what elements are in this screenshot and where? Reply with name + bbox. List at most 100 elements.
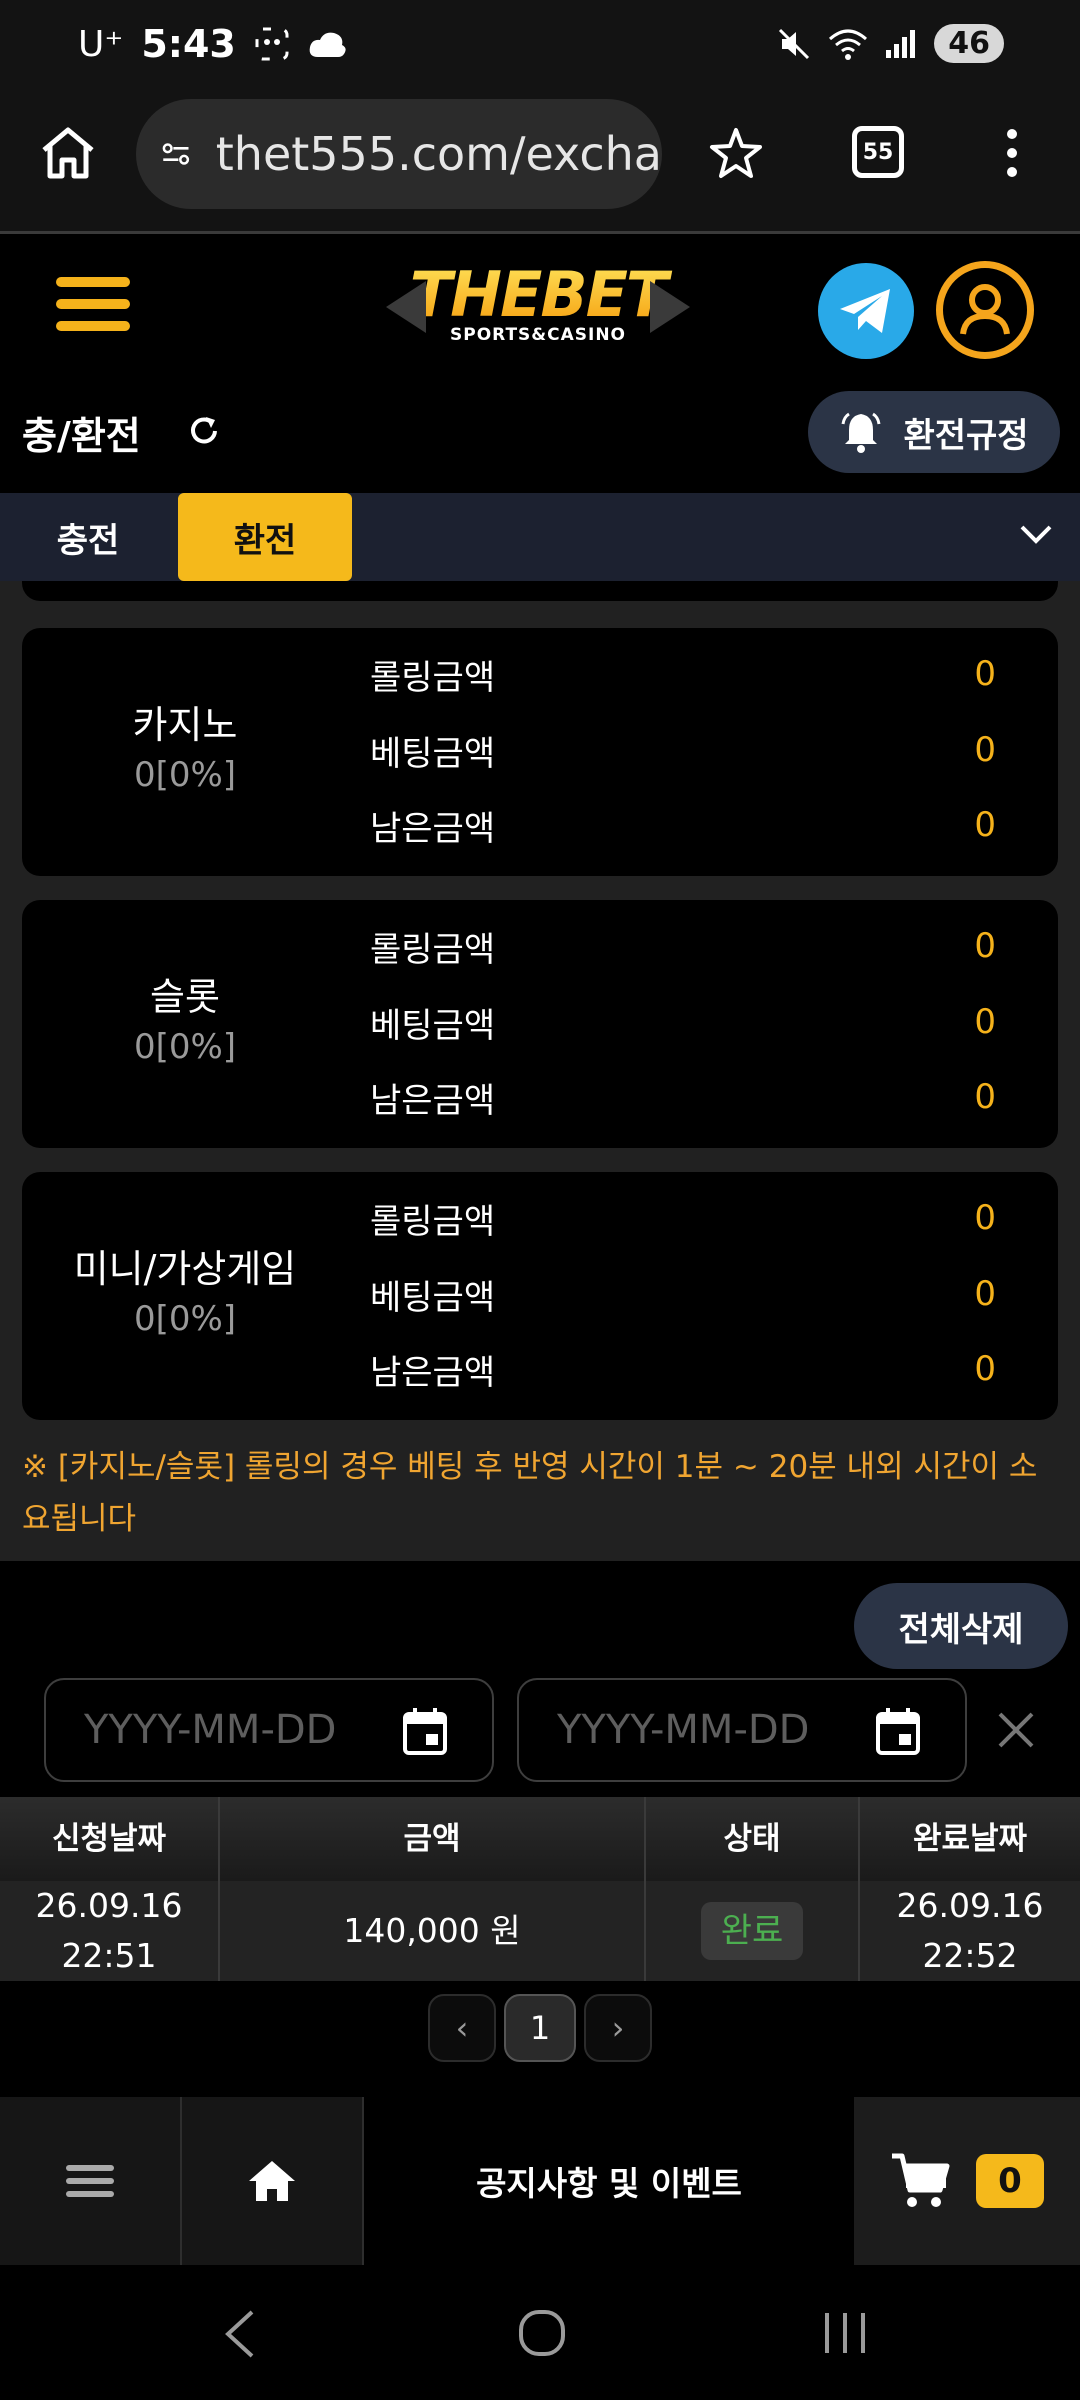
clock: 5:43 <box>141 22 236 66</box>
page-button-current[interactable]: 1 <box>504 1994 576 2062</box>
amount-cell: 140,000 원 <box>220 1881 646 1981</box>
exchange-history-table: 신청날짜 금액 상태 완료날짜 26.09.16 22:51 140,000 원 … <box>0 1797 1080 1981</box>
recent-apps-icon[interactable] <box>822 2311 868 2355</box>
row-value: 0 <box>974 654 996 694</box>
android-navigation-bar <box>0 2265 1080 2400</box>
refresh-icon[interactable] <box>186 413 222 449</box>
delete-all-button[interactable]: 전체삭제 <box>854 1583 1068 1669</box>
row-value: 0 <box>974 1349 996 1389</box>
bell-icon <box>841 412 881 453</box>
rolling-amount-row: 롤링금액 0 <box>370 644 1010 704</box>
card-casino: 카지노 0[0%] 롤링금액 0 베팅금액 0 남은금액 0 <box>22 628 1058 876</box>
header-complete-date: 완료날짜 <box>912 1821 1028 1857</box>
logo-title: THEBET <box>392 259 684 331</box>
card-percent: 0[0%] <box>133 755 237 795</box>
row-value: 0 <box>974 1274 996 1314</box>
row-label: 남은금액 <box>370 808 496 849</box>
title-row: 충/환전 환전규정 <box>0 375 1080 493</box>
tab-exchange[interactable]: 환전 <box>178 493 352 581</box>
url-text[interactable]: thet555.com/excha <box>216 127 662 181</box>
status-bar: U⁺ 5:43 46 <box>0 0 1080 96</box>
home-circle-icon[interactable] <box>518 2309 566 2357</box>
pagination: ‹ 1 › <box>428 1994 652 2062</box>
home-icon[interactable] <box>40 126 96 180</box>
end-date-input[interactable] <box>557 1707 847 1753</box>
row-value: 0 <box>974 1198 996 1238</box>
card-partial <box>22 581 1058 601</box>
card-mini-virtual: 미니/가상게임 0[0%] 롤링금액 0 베팅금액 0 남은금액 0 <box>22 1172 1058 1420</box>
table-row[interactable]: 26.09.16 22:51 140,000 원 완료 26.09.16 22:52 <box>0 1881 1080 1981</box>
card-name: 카지노 <box>132 703 238 747</box>
row-value: 0 <box>974 730 996 770</box>
tab-charge[interactable]: 충전 <box>0 493 176 581</box>
telegram-icon <box>840 289 890 333</box>
wifi-icon <box>829 29 868 60</box>
rolling-summary: 카지노 0[0%] 롤링금액 0 베팅금액 0 남은금액 0 슬롯 0[0%] 롤링금… <box>0 581 1080 1561</box>
row-label: 롤링금액 <box>370 657 496 698</box>
start-date-input[interactable] <box>84 1707 374 1753</box>
next-page-button[interactable]: › <box>584 1994 652 2062</box>
request-time: 22:51 <box>61 1936 157 1975</box>
cart-count-badge: 0 <box>976 2154 1044 2208</box>
card-name: 슬롯 <box>150 975 220 1019</box>
menu-hamburger-icon[interactable] <box>56 277 130 331</box>
row-value: 0 <box>974 926 996 966</box>
row-label: 베팅금액 <box>370 733 496 774</box>
row-label: 남은금액 <box>370 1352 496 1393</box>
remaining-amount-row: 남은금액 0 <box>370 1067 1010 1127</box>
chevron-down-icon[interactable] <box>1018 521 1054 545</box>
status-right: 46 <box>776 24 1004 63</box>
request-date: 26.09.16 <box>35 1886 183 1925</box>
card-percent: 0[0%] <box>133 1299 237 1339</box>
row-label: 롤링금액 <box>370 929 496 970</box>
rolling-notice: ※ [카지노/슬롯] 롤링의 경우 베팅 후 반영 시간이 1분 ~ 20분 내… <box>22 1449 1038 1537</box>
battery-level: 46 <box>934 24 1004 63</box>
site-header: THEBET SPORTS&CASINO <box>0 237 1080 375</box>
header-status: 상태 <box>646 1797 860 1881</box>
start-date-field[interactable] <box>44 1678 494 1782</box>
bottom-menu-button[interactable] <box>0 2097 182 2265</box>
rolling-amount-row: 롤링금액 0 <box>370 1188 1010 1248</box>
site-logo[interactable]: THEBET SPORTS&CASINO <box>386 259 690 363</box>
cart-icon <box>892 2153 950 2207</box>
prev-page-button[interactable]: ‹ <box>428 1994 496 2062</box>
site-settings-icon[interactable] <box>162 136 190 172</box>
status-badge: 완료 <box>700 1902 804 1960</box>
page-title: 충/환전 <box>22 414 141 458</box>
tabs-bar: 충전 환전 <box>0 493 1080 581</box>
bottom-home-button[interactable] <box>182 2097 364 2265</box>
end-date-field[interactable] <box>517 1678 967 1782</box>
cloud-icon <box>309 32 346 57</box>
more-options-icon[interactable] <box>1000 126 1024 180</box>
card-name: 미니/가상게임 <box>73 1247 297 1291</box>
calendar-icon[interactable] <box>402 1706 448 1756</box>
exchange-rules-label: 환전규정 <box>903 415 1029 456</box>
signal-icon <box>886 29 916 58</box>
row-value: 0 <box>974 1002 996 1042</box>
address-bar[interactable]: thet555.com/excha <box>136 99 662 209</box>
telegram-button[interactable] <box>818 263 914 359</box>
remaining-amount-row: 남은금액 0 <box>370 795 1010 855</box>
notice-events-link[interactable]: 공지사항 및 이벤트 <box>364 2097 854 2265</box>
complete-date: 26.09.16 <box>896 1886 1044 1925</box>
menu-icon <box>66 2165 114 2197</box>
home-icon <box>249 2161 295 2201</box>
screenshot-icon <box>255 27 289 61</box>
status-cell: 완료 <box>646 1881 860 1981</box>
row-label: 롤링금액 <box>370 1201 496 1242</box>
account-button[interactable] <box>936 261 1034 359</box>
complete-datetime-cell: 26.09.16 22:52 <box>860 1881 1080 1981</box>
exchange-rules-button[interactable]: 환전규정 <box>808 391 1060 473</box>
carrier-label: U⁺ <box>78 23 124 65</box>
betting-amount-row: 베팅금액 0 <box>370 992 1010 1052</box>
header-request-date: 신청날짜 <box>0 1797 220 1881</box>
tab-switcher-button[interactable]: 55 <box>852 126 904 178</box>
bookmark-star-icon[interactable] <box>708 126 764 180</box>
back-icon[interactable] <box>222 2309 256 2359</box>
user-icon <box>960 284 1010 335</box>
bet-cart-button[interactable]: 0 <box>854 2097 1080 2265</box>
status-left: U⁺ 5:43 <box>78 22 348 66</box>
close-icon[interactable] <box>996 1710 1036 1750</box>
request-datetime-cell: 26.09.16 22:51 <box>0 1881 220 1981</box>
calendar-icon[interactable] <box>875 1706 921 1756</box>
